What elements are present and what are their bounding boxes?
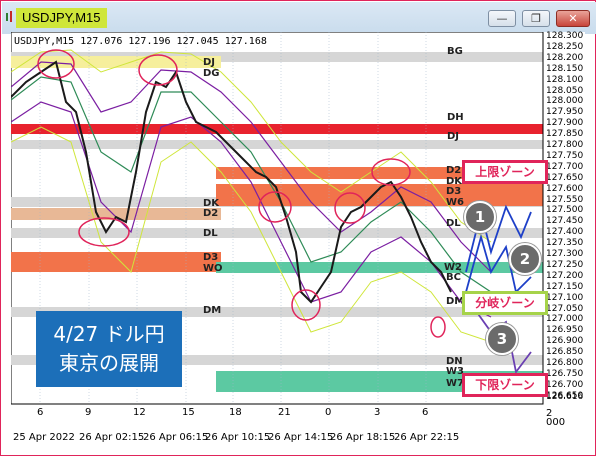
level-label-right: BC: [446, 272, 461, 283]
price-tick-label: 126.700: [546, 379, 584, 390]
hour-tick-label: 0: [325, 407, 332, 418]
title-bar[interactable]: USDJPY,M15 — ❐ ✕: [2, 2, 596, 34]
price-tick-label: 127.900: [546, 118, 584, 129]
level-label-left: DM: [203, 305, 222, 316]
hour-tick-label: 18: [229, 407, 242, 418]
price-tick-label: 127.950: [546, 107, 584, 118]
scenario-marker: 1: [464, 201, 496, 233]
price-tick-label: 127.150: [546, 281, 584, 292]
level-label-left: DL: [203, 228, 218, 239]
level-label-left: DJ: [203, 57, 216, 68]
price-tick-label: 127.350: [546, 238, 584, 249]
price-tick-label: 128.000: [546, 96, 584, 107]
hour-tick-label: 9: [85, 407, 92, 418]
restore-button[interactable]: ❐: [522, 10, 550, 27]
minimize-button[interactable]: —: [488, 10, 516, 27]
hour-tick-label: 12: [133, 407, 146, 418]
price-tick-label: 127.700: [546, 161, 584, 172]
price-tick-label: 126.950: [546, 325, 584, 336]
level-label-left: DG: [203, 68, 220, 79]
hour-tick-label: 6: [37, 407, 44, 418]
price-tick-label: 128.050: [546, 85, 584, 96]
zone-gray: [11, 140, 543, 149]
price-tick-label: 126.616: [546, 392, 584, 402]
price-tick-label: 127.200: [546, 270, 584, 281]
price-tick-label: 127.450: [546, 216, 584, 227]
level-label-right: D3: [446, 186, 462, 197]
zone-orange: [11, 252, 221, 272]
date-tick-label: 26 Apr 02:15: [79, 432, 145, 443]
price-tick-label: 127.050: [546, 303, 584, 314]
price-tick-label: 127.300: [546, 249, 584, 259]
close-button[interactable]: ✕: [556, 10, 590, 27]
note-line-1: 4/27 ドル円: [53, 322, 165, 346]
price-tick-label: 127.650: [546, 172, 584, 183]
level-label-left: D3: [203, 252, 219, 263]
note-line-2: 東京の展開: [59, 351, 159, 375]
level-label-right: D2: [446, 165, 462, 176]
price-tick-label: 126.850: [546, 347, 584, 358]
price-tick-label: 127.750: [546, 150, 584, 161]
chart-header: USDJPY,M15 127.076 127.196 127.045 127.1…: [14, 36, 267, 47]
date-tick-label: 26 Apr 10:15: [205, 432, 271, 443]
scenario-marker: 2: [509, 243, 541, 275]
date-tick-label: 26 Apr 22:15: [394, 432, 460, 443]
price-tick-label: 127.400: [546, 227, 584, 238]
scale-corner-bottom: 000: [546, 417, 566, 428]
price-tick-label: 128.300: [546, 31, 584, 41]
price-tick-label: 127.600: [546, 183, 584, 194]
lower-zone-label: 下限ゾーン: [462, 373, 548, 397]
hour-tick-label: 21: [278, 407, 291, 418]
level-label-right: DJ: [447, 131, 460, 142]
price-tick-label: 126.900: [546, 336, 584, 347]
level-label-right: W6: [446, 197, 464, 208]
date-tick-label: 26 Apr 14:15: [268, 432, 334, 443]
price-tick-label: 126.750: [546, 368, 584, 379]
level-label-left: WO: [203, 263, 223, 274]
upper-zone-label: 上限ゾーン: [462, 160, 548, 184]
price-tick-label: 126.800: [546, 358, 584, 368]
scenario-marker: 3: [486, 323, 518, 355]
price-tick-label: 128.200: [546, 52, 584, 63]
price-tick-label: 127.550: [546, 194, 584, 205]
annotation-note: 4/27 ドル円 東京の展開: [36, 311, 182, 387]
price-tick-label: 128.150: [546, 63, 584, 74]
price-tick-label: 127.250: [546, 259, 584, 270]
level-label-right: DL: [446, 218, 461, 229]
level-label-right: BG: [447, 46, 463, 57]
window-title: USDJPY,M15: [16, 8, 107, 28]
price-tick-label: 127.800: [546, 140, 584, 150]
split-zone-label: 分岐ゾーン: [462, 291, 548, 315]
date-tick-label: 25 Apr 2022: [13, 432, 75, 443]
hour-tick-label: 6: [422, 407, 429, 418]
chart-app-icon: [6, 11, 12, 22]
date-tick-label: 26 Apr 18:15: [330, 432, 396, 443]
hour-tick-label: 15: [182, 407, 195, 418]
price-tick-label: 127.850: [546, 129, 584, 140]
hour-tick-label: 3: [374, 407, 381, 418]
price-tick-label: 127.100: [546, 292, 584, 303]
price-tick-label: 127.000: [546, 314, 584, 325]
date-tick-label: 26 Apr 06:15: [143, 432, 209, 443]
price-tick-label: 127.500: [546, 205, 584, 216]
level-label-left: D2: [203, 208, 219, 219]
level-label-right: DH: [447, 112, 464, 123]
price-tick-label: 128.250: [546, 41, 584, 52]
price-tick-label: 128.100: [546, 74, 584, 85]
